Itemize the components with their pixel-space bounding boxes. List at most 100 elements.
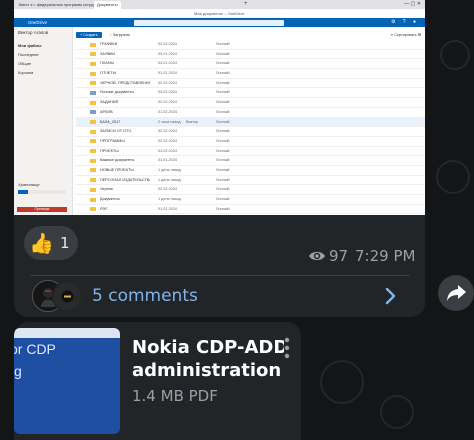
- file-name: ПРОГРАММЫ: [100, 138, 125, 143]
- file-name: ЗАДАНИЯ: [100, 100, 119, 105]
- file-sharing: Личный: [216, 51, 230, 56]
- sort-view-controls: ≡ Сортировать ⊞: [390, 33, 421, 37]
- folder-icon: [90, 197, 96, 202]
- thumbnail-header: [14, 328, 120, 338]
- folder-icon: [90, 207, 96, 212]
- file-row: ЗАЯВКИ 03.01.2024 Личный: [76, 50, 425, 60]
- premium-button: Премиум: [17, 207, 67, 212]
- background-doodle: [320, 360, 364, 404]
- comments-label: 5 comments: [92, 286, 198, 306]
- file-name: ПЛАНЫ: [100, 61, 114, 66]
- attached-screenshot[interactable]: Квест к г. федеральных программ сотрудни…: [14, 0, 425, 215]
- file-sharing: Личный: [216, 80, 230, 85]
- onedrive-header: OneDrive ⚙ ? ●: [14, 18, 425, 27]
- share-icon: [447, 285, 466, 301]
- file-sharing: Личный: [216, 100, 230, 105]
- folder-icon: [90, 158, 96, 163]
- file-sharing: Личный: [216, 148, 230, 153]
- reaction-pill[interactable]: 👍 1: [24, 226, 78, 260]
- document-title-line: administration ...: [132, 360, 284, 381]
- file-modified: 02.02.2024: [158, 187, 178, 192]
- file-name: ЗАПИСИ ОТ ОТЧ.: [100, 129, 132, 134]
- file-name: PDF: [100, 206, 108, 211]
- window-controls-icon: — ▢ ✕: [404, 1, 421, 7]
- file-row: НОВЫЕ ПРОЕКТЫ 1 день назад Личный: [76, 166, 425, 176]
- upload-button: ↑ Загрузить: [110, 33, 131, 37]
- message-bubble: Квест к г. федеральных программ сотрудни…: [14, 0, 425, 317]
- file-name: ПЕРСОНАЛ ИЗДАТЕЛЬСТВА: [100, 177, 150, 182]
- thumbnail-text: or CDP: [14, 341, 56, 357]
- file-name: ЧЕРНОВ. ПРЕДСТАВЛЕНИЯ: [100, 80, 150, 85]
- background-doodle: [436, 160, 470, 194]
- folder-icon: [90, 187, 96, 192]
- nav-user-name: Виктор Агапов: [18, 30, 49, 35]
- file-row: ЗАПИСИ ОТ ОТЧ. 02.02.2024 Личный: [76, 127, 425, 137]
- nav-item-shared: Общие: [18, 61, 32, 66]
- nav-item-recycle: Корзина: [18, 70, 34, 75]
- document-icon: [90, 90, 96, 95]
- avatar-image: [54, 283, 81, 310]
- share-button[interactable]: [438, 275, 474, 311]
- file-row: БАЗА_2017 2 часа назад Виктор Личный: [76, 117, 425, 128]
- file-sharing: Личный: [216, 61, 230, 66]
- background-doodle: [440, 40, 470, 70]
- folder-icon: [90, 52, 96, 57]
- file-row: ОТЧЕТЫ 01.02.2024 Личный: [76, 69, 425, 79]
- folder-icon: [90, 120, 96, 124]
- file-sharing: Личный: [216, 109, 230, 114]
- file-name: Отчеты_общие: [100, 214, 150, 215]
- file-sharing: Личный: [216, 197, 230, 201]
- app-name: OneDrive: [28, 20, 48, 25]
- divider: [30, 275, 410, 276]
- file-modified: 02.02.2024: [158, 138, 178, 143]
- file-sharing: Личный: [216, 167, 230, 172]
- folder-icon: [90, 100, 96, 105]
- view-count: 97: [329, 247, 349, 265]
- file-sharing: Личный: [216, 90, 230, 95]
- file-sharing: Личный: [216, 42, 230, 46]
- file-name: ОТЧЕТЫ: [100, 71, 117, 76]
- file-sharing: Личный: [216, 158, 230, 163]
- document-title-line: Nokia CDP-ADD: [132, 337, 284, 358]
- file-name: ГРАФИКИ: [100, 42, 118, 46]
- file-sharing: Личный: [216, 177, 230, 182]
- folder-icon: [90, 42, 96, 47]
- file-row: АРХИВ 01.02.2024 Личный: [76, 108, 425, 118]
- file-modified: 1 день назад: [158, 197, 181, 201]
- document-icon: [90, 110, 96, 115]
- file-modified: 02.02.2024: [158, 42, 178, 46]
- thumbs-up-icon: 👍: [29, 231, 54, 255]
- file-modified: 01.02.2024: [158, 109, 178, 114]
- document-message[interactable]: or CDP g Nokia CDP-ADD administration ..…: [14, 322, 301, 440]
- file-name: АРХИВ: [100, 109, 113, 114]
- file-row: ЧЕРНОВ. ПРЕДСТАВЛЕНИЯ 02.02.2024 Личный: [76, 79, 425, 89]
- file-name: ЗАЯВКИ: [100, 51, 116, 56]
- browser-tab-strip: Квест к г. федеральных программ сотрудни…: [14, 0, 425, 9]
- folder-icon: [90, 139, 96, 144]
- file-row: ГРАФИКИ 02.02.2024 Личный: [76, 40, 425, 50]
- reaction-count: 1: [60, 234, 70, 252]
- file-modified: 01.02.2024: [158, 71, 178, 76]
- file-modified: 04.02.2024: [158, 148, 178, 153]
- file-name: Документы: [100, 197, 120, 201]
- folder-icon: [90, 81, 96, 86]
- folder-icon: [90, 129, 96, 134]
- file-modified-by: Виктор: [186, 119, 199, 124]
- file-sharing: Личный: [216, 71, 230, 76]
- message-time: 7:29 PM: [355, 247, 416, 265]
- chevron-right-icon: [385, 287, 396, 305]
- file-modified: 04.02.2024: [158, 90, 178, 95]
- more-options-icon[interactable]: [282, 336, 292, 360]
- file-sharing: Личный: [216, 138, 230, 143]
- new-button: + Создать: [76, 32, 102, 38]
- file-modified: 04.01.2024: [158, 61, 178, 66]
- window-title: Мои документы – OneDrive: [194, 11, 245, 16]
- file-sharing: Личный: [216, 214, 230, 215]
- folder-icon: [90, 71, 96, 76]
- file-name: БАЗА_2017: [100, 119, 121, 124]
- document-size-type: 1.4 MB PDF: [132, 387, 218, 405]
- file-name: Личные документы: [100, 90, 134, 95]
- nav-item-recent: Последние: [18, 52, 39, 57]
- new-tab-icon: +: [244, 1, 248, 7]
- document-thumbnail[interactable]: or CDP g: [14, 328, 120, 434]
